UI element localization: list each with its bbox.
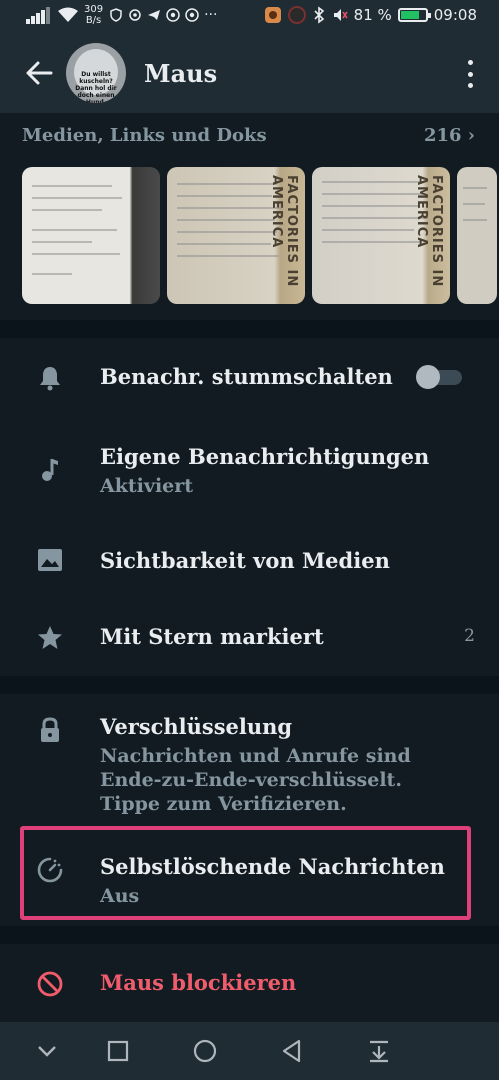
chrome-icon-2 [185,8,199,22]
media-thumbnail[interactable] [457,167,497,304]
thumbnail-caption: FACTORIES IN AMERICA [414,175,444,288]
highlight-box [20,826,471,920]
overflow-menu-icon[interactable] [465,60,475,88]
chevron-down-icon[interactable] [34,1038,60,1064]
wifi-icon [58,7,78,22]
settings-icon [129,9,141,21]
media-thumbnails: FACTORIES IN AMERICA FACTORIES IN AMERIC… [22,167,497,304]
image-icon [38,549,62,571]
custom-notifications-status: Aktiviert [100,475,194,497]
media-count[interactable]: 216 › [424,125,475,146]
signal-icon [26,7,50,24]
star-icon [38,626,62,649]
network-speed: 309 B/s [84,4,104,26]
custom-notifications-label: Eigene Benachrichtigungen [100,444,430,469]
section-divider [0,926,499,944]
notification-pulldown-icon[interactable] [366,1038,392,1064]
recent-apps-icon[interactable] [105,1038,131,1064]
block-icon [37,971,63,997]
encryption-row[interactable]: Verschlüsselung Nachrichten und Anrufe s… [0,694,499,824]
clock: 09:08 [433,6,477,24]
actions-card: Maus blockieren [0,944,499,1022]
encryption-description: Nachrichten und Anrufe sind Ende-zu-Ende… [100,745,411,815]
battery-fill [400,11,419,19]
section-divider [0,676,499,694]
status-right: 81 % 09:08 [264,6,477,24]
mute-status-icon [333,9,348,21]
home-icon[interactable] [192,1038,218,1064]
telegram-icon [148,10,161,20]
app-icon [264,7,281,23]
app-bar: Du willst kuscheln? Dann hol dir doch ei… [0,36,499,113]
avatar[interactable]: Du willst kuscheln? Dann hol dir doch ei… [66,43,126,103]
section-divider [0,320,499,338]
chevron-right-icon: › [467,125,475,146]
lock-icon [41,717,59,742]
block-contact-label: Maus blockieren [100,970,297,995]
encryption-label: Verschlüsselung [100,714,293,739]
back-arrow-icon[interactable] [24,58,54,88]
mute-toggle[interactable] [416,365,462,389]
avatar-caption: Du willst kuscheln? Dann hol dir doch ei… [75,71,117,103]
dark-app-icon [287,6,306,24]
status-bar: 309 B/s ··· 81 % 09:08 [0,0,499,36]
back-nav-icon[interactable] [279,1038,305,1064]
more-notifications-icon: ··· [204,7,218,23]
toggle-knob [416,365,440,389]
media-thumbnail[interactable] [22,167,160,304]
block-contact-row[interactable]: Maus blockieren [0,944,499,1022]
media-section: Medien, Links und Doks 216 › FACTORIES I… [0,113,499,320]
music-note-icon [42,459,58,481]
custom-notifications-row[interactable]: Eigene Benachrichtigungen Aktiviert [0,418,499,518]
chrome-icon [166,8,180,22]
bluetooth-icon [314,6,324,24]
starred-messages-label: Mit Stern markiert [100,624,324,649]
media-thumbnail[interactable]: FACTORIES IN AMERICA [167,167,305,304]
system-nav-bar [0,1022,499,1080]
bell-icon [40,367,60,391]
starred-messages-row[interactable]: Mit Stern markiert 2 [0,598,499,676]
media-label[interactable]: Medien, Links und Doks [22,125,267,146]
thumbnail-caption: FACTORIES IN AMERICA [269,175,299,288]
mute-notifications-label: Benachr. stummschalten [100,364,393,389]
mute-notifications-row[interactable]: Benachr. stummschalten [0,338,499,418]
contact-name[interactable]: Maus [144,59,217,88]
battery-percent: 81 % [353,6,392,24]
shield-icon [110,8,122,22]
media-visibility-label: Sichtbarkeit von Medien [100,548,390,573]
media-thumbnail[interactable]: FACTORIES IN AMERICA [312,167,450,304]
status-left: 309 B/s ··· [26,4,217,26]
notification-icons: ··· [109,7,217,23]
settings-card: Benachr. stummschalten Eigene Benachrich… [0,338,499,676]
media-visibility-row[interactable]: Sichtbarkeit von Medien [0,518,499,598]
battery-icon [397,8,431,22]
starred-count: 2 [464,626,475,646]
